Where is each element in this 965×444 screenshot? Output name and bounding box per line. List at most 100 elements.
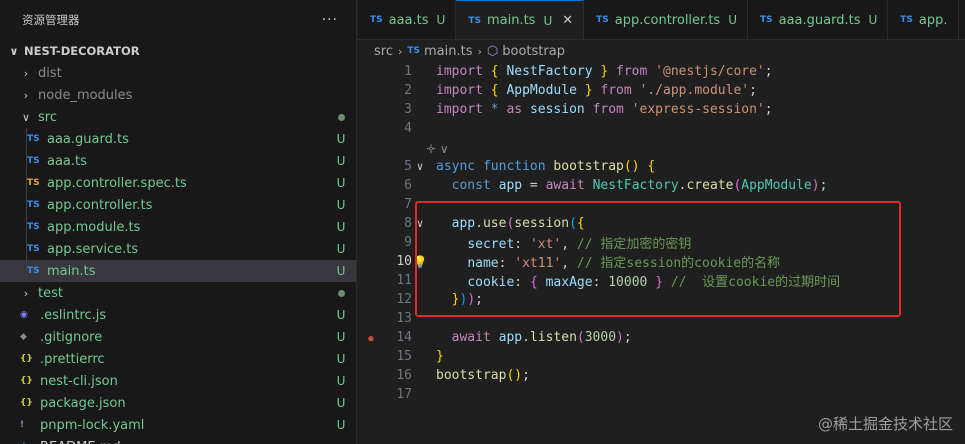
ts-file-icon: TS bbox=[27, 244, 40, 254]
git-status-untracked: U bbox=[336, 220, 346, 234]
tab-aaa-guard-ts[interactable]: TS aaa.guard.ts U bbox=[748, 0, 889, 39]
explorer-title: 资源管理器 bbox=[22, 13, 80, 27]
git-icon: ◆ bbox=[20, 332, 27, 342]
item-label: dist bbox=[38, 65, 62, 81]
git-status-untracked: U bbox=[336, 396, 346, 410]
indent-guide bbox=[26, 238, 27, 260]
folder-item[interactable]: › dist bbox=[0, 62, 356, 84]
file-tree: › dist › node_modules ∨ src TS aaa.guard.ts U TS a… bbox=[0, 62, 356, 444]
tab-app-controller-ts[interactable]: TS app.controller.ts U bbox=[584, 0, 748, 39]
git-status-dot bbox=[326, 286, 356, 300]
indent-guide bbox=[26, 172, 27, 194]
codelens[interactable]: 🝊 ∨ bbox=[358, 138, 965, 157]
item-label: .gitignore bbox=[40, 329, 103, 345]
chevron-right-icon: › bbox=[397, 44, 403, 58]
chevron-right-icon: › bbox=[23, 286, 29, 300]
file-item[interactable]: TS aaa.ts U bbox=[0, 150, 356, 172]
ts-file-icon: TS bbox=[596, 15, 609, 25]
code-line: 2 import { AppModule } from './app.module… bbox=[358, 81, 965, 100]
fold-chevron-icon[interactable]: ∨ bbox=[412, 217, 428, 230]
explorer-header: 资源管理器 ··· bbox=[0, 0, 356, 40]
line-number: 8 bbox=[404, 216, 412, 231]
code-line: 1 import { NestFactory } from '@nestjs/co… bbox=[358, 62, 965, 81]
file-item[interactable]: TS app.controller.ts U bbox=[0, 194, 356, 216]
code-editor[interactable]: 1 import { NestFactory } from '@nestjs/co… bbox=[358, 62, 965, 444]
code-line: 3 import * as session from 'express-sessi… bbox=[358, 100, 965, 119]
close-icon[interactable]: ✕ bbox=[562, 13, 573, 28]
folder-item[interactable]: ∨ src bbox=[0, 106, 356, 128]
line-number: 10 bbox=[396, 254, 412, 269]
item-label: nest-cli.json bbox=[40, 373, 118, 389]
git-status-untracked: U bbox=[336, 154, 346, 168]
line-number: 9 bbox=[404, 235, 412, 250]
item-label: README.md bbox=[40, 440, 326, 444]
code-text: secret: 'xt', // 指定加密的密钥 bbox=[467, 237, 692, 252]
breadcrumb-file[interactable]: main.ts bbox=[424, 44, 472, 59]
code-text: const app = await NestFactory.create(App… bbox=[451, 178, 828, 193]
git-status-dot bbox=[326, 110, 356, 124]
file-item[interactable]: {} package.json U bbox=[0, 392, 356, 414]
line-number: 1 bbox=[404, 64, 412, 79]
file-item[interactable]: ◉ .eslintrc.js U bbox=[0, 304, 356, 326]
code-text: import { AppModule } from './app.module'… bbox=[436, 83, 757, 98]
item-label: aaa.guard.ts bbox=[47, 131, 129, 147]
code-line: 8 ∨ app.use(session({ bbox=[358, 214, 965, 233]
line-number: 16 bbox=[396, 368, 412, 383]
file-item[interactable]: ↓README.md bbox=[0, 436, 356, 444]
tab-app-[interactable]: TS app. bbox=[888, 0, 959, 39]
breadcrumb-symbol[interactable]: bootstrap bbox=[502, 44, 565, 59]
code-text: import { NestFactory } from '@nestjs/cor… bbox=[436, 64, 773, 79]
more-actions-icon[interactable]: ··· bbox=[322, 12, 338, 28]
item-label: package.json bbox=[40, 395, 126, 411]
file-item[interactable]: TS app.service.ts U bbox=[0, 238, 356, 260]
project-name: NEST-DECORATOR bbox=[24, 44, 140, 58]
ts-file-icon: TS bbox=[27, 266, 40, 276]
ts-file-icon: TS bbox=[27, 134, 40, 144]
item-label: src bbox=[38, 109, 57, 125]
lightbulb-icon[interactable]: 💡 bbox=[412, 255, 428, 269]
function-symbol-icon: ⬡ bbox=[486, 43, 499, 59]
tab-label: main.ts bbox=[486, 13, 536, 28]
file-item[interactable]: TS aaa.guard.ts U bbox=[0, 128, 356, 150]
item-label: app.controller.ts bbox=[47, 197, 153, 213]
tab-label: aaa.guard.ts bbox=[778, 12, 861, 28]
file-item[interactable]: TS main.ts U bbox=[0, 260, 356, 282]
code-line: 6 const app = await NestFactory.create(A… bbox=[358, 176, 965, 195]
line-number: 17 bbox=[396, 387, 412, 402]
watermark: @稀土掘金技术社区 bbox=[817, 415, 953, 433]
breadcrumb-folder[interactable]: src bbox=[374, 44, 393, 59]
tab-main-ts[interactable]: TS main.ts U ✕ bbox=[456, 0, 585, 39]
git-status-untracked: U bbox=[336, 264, 346, 278]
indent-guide bbox=[26, 150, 27, 172]
folder-item[interactable]: › node_modules bbox=[0, 84, 356, 106]
file-item[interactable]: TS app.controller.spec.ts U bbox=[0, 172, 356, 194]
file-item[interactable]: TS app.module.ts U bbox=[0, 216, 356, 238]
chevron-down-icon: ∨ bbox=[21, 110, 31, 124]
code-line: 11 cookie: { maxAge: 10000 } // 设置cookie… bbox=[358, 271, 965, 290]
file-item[interactable]: {} nest-cli.json U bbox=[0, 370, 356, 392]
folder-item[interactable]: › test bbox=[0, 282, 356, 304]
chevron-right-icon: › bbox=[23, 66, 29, 80]
tab-aaa-ts[interactable]: TS aaa.ts U bbox=[358, 0, 457, 39]
file-item[interactable]: {} .prettierrc U bbox=[0, 348, 356, 370]
fold-chevron-icon[interactable]: ∨ bbox=[412, 160, 428, 173]
code-text: cookie: { maxAge: 10000 } // 设置cookie的过期… bbox=[467, 275, 841, 290]
item-label: app.service.ts bbox=[47, 241, 139, 257]
indent-guide bbox=[26, 128, 27, 150]
ts-file-icon: TS bbox=[27, 200, 40, 210]
code-text: bootstrap(); bbox=[436, 368, 530, 383]
item-label: .prettierrc bbox=[40, 351, 105, 367]
item-label: main.ts bbox=[47, 263, 96, 279]
line-number: 2 bbox=[404, 83, 412, 98]
file-item[interactable]: ! pnpm-lock.yaml U bbox=[0, 414, 356, 436]
line-number: 11 bbox=[396, 273, 412, 288]
code-text: } bbox=[436, 349, 444, 364]
git-status-untracked: U bbox=[336, 242, 346, 256]
ts-file-icon: TS bbox=[370, 15, 383, 25]
eslint-icon: ◉ bbox=[20, 310, 28, 320]
code-line: 13 bbox=[358, 309, 965, 328]
project-section[interactable]: ∨ NEST-DECORATOR bbox=[0, 40, 356, 62]
line-number: 13 bbox=[396, 311, 412, 326]
code-line: 9 secret: 'xt', // 指定加密的密钥 bbox=[358, 233, 965, 252]
file-item[interactable]: ◆ .gitignore U bbox=[0, 326, 356, 348]
